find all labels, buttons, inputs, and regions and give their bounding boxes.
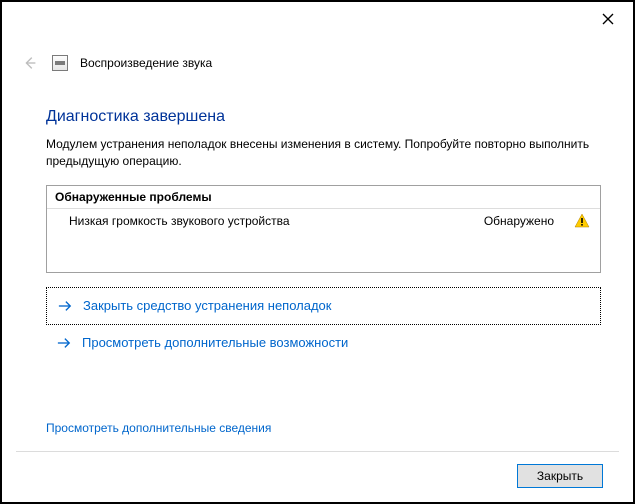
explore-more-link[interactable]: Просмотреть дополнительные возможности [46, 325, 601, 361]
header-title: Воспроизведение звука [80, 56, 212, 70]
close-icon[interactable] [599, 10, 617, 28]
problem-status: Обнаружено [484, 214, 554, 228]
view-details-link[interactable]: Просмотреть дополнительные сведения [46, 415, 601, 435]
option-label: Закрыть средство устранения неполадок [83, 298, 331, 313]
close-troubleshooter-link[interactable]: Закрыть средство устранения неполадок [46, 287, 601, 325]
problem-row[interactable]: Низкая громкость звукового устройства Об… [47, 209, 600, 233]
troubleshooter-icon [52, 55, 68, 71]
header-row: Воспроизведение звука [2, 42, 633, 78]
page-heading: Диагностика завершена [46, 108, 601, 126]
problems-list: Обнаруженные проблемы Низкая громкость з… [46, 185, 601, 273]
option-label: Просмотреть дополнительные возможности [82, 335, 348, 350]
problem-name: Низкая громкость звукового устройства [69, 214, 484, 228]
content-area: Диагностика завершена Модулем устранения… [2, 78, 633, 435]
page-description: Модулем устранения неполадок внесены изм… [46, 136, 601, 171]
arrow-right-icon [56, 335, 72, 351]
close-button[interactable]: Закрыть [517, 464, 603, 488]
problems-header: Обнаруженные проблемы [47, 186, 600, 209]
footer: Закрыть [16, 451, 619, 502]
arrow-right-icon [57, 298, 73, 314]
warning-icon [574, 213, 590, 229]
back-arrow-icon [20, 53, 40, 73]
titlebar [2, 2, 633, 42]
troubleshooter-dialog: Воспроизведение звука Диагностика заверш… [0, 0, 635, 504]
